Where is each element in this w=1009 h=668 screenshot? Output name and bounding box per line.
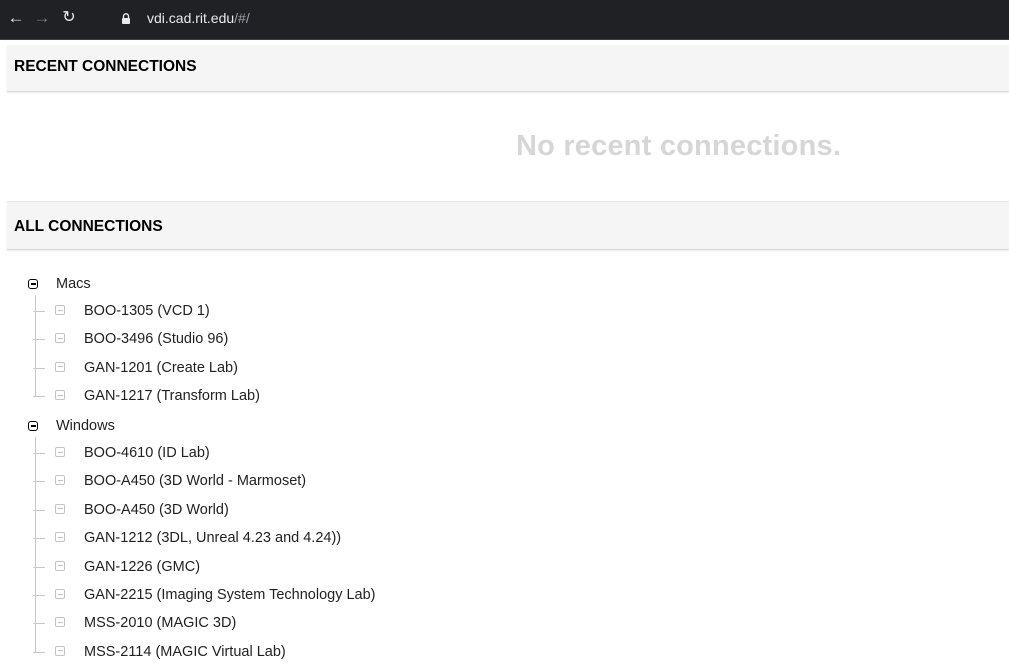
connection-item-label[interactable]: BOO-4610 (ID Lab) [84,443,210,463]
connection-item-label[interactable]: MSS-2114 (MAGIC Virtual Lab) [84,642,286,662]
all-connections-title: ALL CONNECTIONS [14,218,163,235]
connection-item[interactable]: BOO-4610 (ID Lab) [33,441,733,469]
tree-branch-line [33,538,45,540]
connection-item[interactable]: GAN-1212 (3DL, Unreal 4.23 and 4.24)) [33,526,733,554]
connection-item-label[interactable]: GAN-1217 (Transform Lab) [84,386,260,406]
tree-branch-line [33,453,45,454]
tree-branch-line [33,367,45,369]
browser-toolbar: ← → ↻ vdi.cad.rit.edu/#/ [0,0,1009,40]
tree-branch-line [33,481,45,483]
connection-item[interactable]: BOO-A450 (3D World) [33,498,733,526]
connection-icon [55,447,65,457]
connection-group-label: Macs [56,276,91,292]
connection-item-label[interactable]: GAN-1226 (GMC) [84,557,200,577]
url-path: /#/ [234,10,250,26]
connection-item[interactable]: MSS-2114 (MAGIC Virtual Lab) [33,640,733,668]
tree-branch-line [33,623,45,625]
connection-item-label[interactable]: BOO-A450 (3D World) [84,500,229,520]
connection-icon [55,390,65,401]
tree-branch-line [33,311,45,312]
all-connections-header: ALL CONNECTIONS [7,201,1009,250]
url-host: vdi.cad.rit.edu [147,10,235,26]
connection-item[interactable]: GAN-1201 (Create Lab) [33,356,733,384]
forward-arrow-icon[interactable]: → [32,8,52,28]
connection-item[interactable]: GAN-1226 (GMC) [33,555,733,583]
collapse-toggle-icon[interactable] [28,279,38,289]
reload-icon[interactable]: ↻ [59,8,79,28]
lock-icon [122,13,130,24]
connection-item[interactable]: MSS-2010 (MAGIC 3D) [33,611,733,639]
tree-branch-line [33,339,45,341]
connection-icon [55,617,65,628]
connection-icon [55,560,65,571]
connection-item-label[interactable]: GAN-1212 (3DL, Unreal 4.23 and 4.24)) [84,528,341,548]
connection-icon [55,361,65,372]
connection-item[interactable]: BOO-1305 (VCD 1) [33,299,733,327]
connection-icon [55,503,65,514]
connection-icon [55,589,65,599]
no-recent-connections-message: No recent connections. [516,130,842,162]
back-arrow-icon[interactable]: ← [6,8,26,28]
connection-item-label[interactable]: MSS-2010 (MAGIC 3D) [84,613,236,633]
connection-icon [55,645,65,656]
connection-group-label: Windows [56,418,115,434]
tree-branch-line [33,651,45,653]
connection-icon [55,333,65,344]
connection-item-label[interactable]: BOO-A450 (3D World - Marmoset) [84,471,306,491]
connection-icon [55,532,65,543]
tree-branch-line [33,509,45,511]
address-bar[interactable]: vdi.cad.rit.edu/#/ [147,8,250,28]
connection-item-label[interactable]: GAN-1201 (Create Lab) [84,358,238,378]
tree-branch-line [33,396,45,398]
connection-item-label[interactable]: GAN-2215 (Imaging System Technology Lab) [84,585,376,605]
connection-item[interactable]: GAN-1217 (Transform Lab) [33,384,733,412]
connection-item-label[interactable]: BOO-1305 (VCD 1) [84,301,210,321]
connection-icon [55,305,65,315]
tree-branch-line [33,595,45,596]
connection-item[interactable]: BOO-A450 (3D World - Marmoset) [33,469,733,497]
recent-connections-title: RECENT CONNECTIONS [14,58,197,75]
recent-connections-header: RECENT CONNECTIONS [7,45,1009,92]
connection-item-label[interactable]: BOO-3496 (Studio 96) [84,329,228,349]
connection-item[interactable]: GAN-2215 (Imaging System Technology Lab) [33,583,733,611]
toolbar-divider [0,39,1009,40]
collapse-toggle-icon[interactable] [28,421,38,431]
connection-item[interactable]: BOO-3496 (Studio 96) [33,327,733,355]
tree-branch-line [33,566,45,568]
connection-icon [55,475,65,486]
